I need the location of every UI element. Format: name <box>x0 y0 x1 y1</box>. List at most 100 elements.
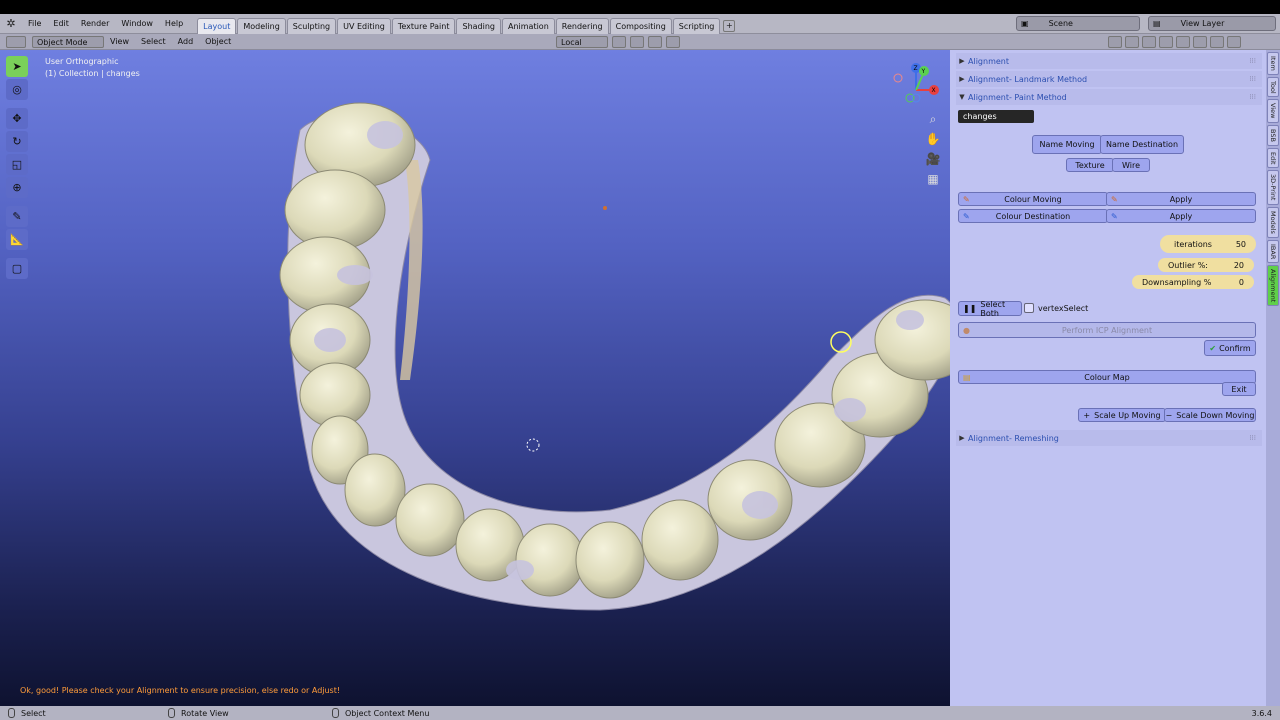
sidebar-panel: ▶ Alignment ⁞⁞⁞ ▶ Alignment- Landmark Me… <box>950 50 1266 706</box>
camera-icon[interactable]: 🎥 <box>924 152 942 172</box>
xray-icon[interactable] <box>1159 36 1173 48</box>
material-shading-icon[interactable] <box>1210 36 1224 48</box>
grid-icon[interactable]: ▦ <box>924 172 942 192</box>
overlay-icon[interactable] <box>1142 36 1156 48</box>
cursor-tool-icon[interactable]: ◎ <box>6 79 28 100</box>
menu-help[interactable]: Help <box>159 14 189 34</box>
menu-window[interactable]: Window <box>115 14 159 34</box>
tab-modeling[interactable]: Modeling <box>237 17 286 34</box>
tab-layout[interactable]: Layout <box>197 17 237 34</box>
colour-map-label: Colour Map <box>1084 372 1130 382</box>
sidebar-tab-ibar[interactable]: IBAR <box>1267 239 1279 264</box>
exit-button[interactable]: Exit <box>1222 382 1256 396</box>
tab-texture-paint[interactable]: Texture Paint <box>391 17 456 34</box>
menu-add[interactable]: Add <box>172 37 200 46</box>
vertex-select-checkbox[interactable]: vertexSelect <box>1024 303 1088 313</box>
menu-select[interactable]: Select <box>135 37 172 46</box>
snap-icon[interactable] <box>630 36 644 48</box>
pivot-icon[interactable] <box>612 36 626 48</box>
colour-destination-label: Colour Destination <box>995 211 1071 221</box>
select-tool-icon[interactable]: ➤ <box>6 56 28 77</box>
sidebar-tab-edit[interactable]: Edit <box>1267 147 1279 169</box>
texture-button[interactable]: Texture <box>1066 158 1114 172</box>
dental-arch-model[interactable] <box>0 50 950 706</box>
tab-shading[interactable]: Shading <box>456 17 501 34</box>
annotate-tool-icon[interactable]: ✎ <box>6 206 28 227</box>
sidebar-tab-tool[interactable]: Tool <box>1267 76 1279 98</box>
tab-scripting[interactable]: Scripting <box>672 17 721 34</box>
menu-edit[interactable]: Edit <box>47 14 75 34</box>
tab-rendering[interactable]: Rendering <box>555 17 609 34</box>
wire-button[interactable]: Wire <box>1112 158 1150 172</box>
iterations-label: iterations <box>1174 239 1212 249</box>
colour-moving-button[interactable]: ✎ Colour Moving <box>958 192 1108 206</box>
tab-sculpting[interactable]: Sculpting <box>286 17 337 34</box>
3d-viewport[interactable]: ➤ ◎ ✥ ↻ ◱ ⊕ ✎ 📐 ▢ User Orthographic (1) … <box>0 50 950 706</box>
sidebar-tab-view[interactable]: View <box>1267 99 1279 123</box>
panel-paint-method[interactable]: ▼ Alignment- Paint Method ⁞⁞⁞ <box>956 89 1262 105</box>
transform-orientation-dropdown[interactable]: Local <box>556 36 608 48</box>
paint-brush-icon: ✎ <box>963 211 970 221</box>
grip-icon[interactable]: ⁞⁞⁞ <box>1249 75 1256 83</box>
move-tool-icon[interactable]: ✥ <box>6 108 28 129</box>
mode-dropdown[interactable]: Object Mode <box>32 35 104 48</box>
navigation-gizmo[interactable]: Z Y X <box>888 62 944 118</box>
sidebar-tab-alignment[interactable]: Alignment <box>1267 265 1279 307</box>
downsampling-field[interactable]: Downsampling % 0 <box>1132 275 1254 289</box>
colour-destination-button[interactable]: ✎ Colour Destination <box>958 209 1108 223</box>
grip-icon[interactable]: ⁞⁞⁞ <box>1249 434 1256 442</box>
proportional-icon[interactable] <box>648 36 662 48</box>
editor-type-button[interactable] <box>6 35 26 48</box>
zoom-icon[interactable]: ⌕ <box>924 112 942 132</box>
menu-render[interactable]: Render <box>75 14 115 34</box>
tab-animation[interactable]: Animation <box>501 17 555 34</box>
object-name-field[interactable]: changes <box>958 110 1034 123</box>
name-moving-button[interactable]: Name Moving <box>1032 135 1102 154</box>
menu-view[interactable]: View <box>104 37 135 46</box>
grip-icon[interactable]: ⁞⁞⁞ <box>1249 93 1256 101</box>
view-layer-name: View Layer <box>1180 19 1225 28</box>
outlier-field[interactable]: Outlier %: 20 <box>1158 258 1254 272</box>
gizmo-icon[interactable] <box>1125 36 1139 48</box>
apply-moving-button[interactable]: ✎ Apply <box>1106 192 1256 206</box>
view-layer-selector[interactable]: ▤ View Layer <box>1148 16 1276 31</box>
pan-hand-icon[interactable]: ✋ <box>924 132 942 152</box>
measure-tool-icon[interactable]: 📐 <box>6 229 28 250</box>
perform-icp-button[interactable]: ● Perform ICP Alignment <box>958 322 1256 338</box>
sidebar-tab-models[interactable]: Models <box>1267 206 1279 238</box>
version-label: 3.6.4 <box>1251 708 1272 718</box>
sidebar-tab-item[interactable]: Item <box>1267 52 1279 75</box>
tab-compositing[interactable]: Compositing <box>609 17 672 34</box>
grip-icon[interactable]: ⁞⁞⁞ <box>1249 57 1256 65</box>
menu-file[interactable]: File <box>22 14 47 34</box>
tab-uv-editing[interactable]: UV Editing <box>337 17 391 34</box>
scale-tool-icon[interactable]: ◱ <box>6 154 28 175</box>
visibility-icon[interactable] <box>1108 36 1122 48</box>
transform-tool-icon[interactable]: ⊕ <box>6 177 28 198</box>
viewport-info: User Orthographic (1) Collection | chang… <box>45 56 140 80</box>
scale-up-moving-button[interactable]: + Scale Up Moving <box>1078 408 1166 422</box>
solid-shading-icon[interactable] <box>1193 36 1207 48</box>
colour-map-button[interactable]: ▤ Colour Map <box>958 370 1256 384</box>
sidebar-tab-bsb[interactable]: BSB <box>1267 124 1279 146</box>
panel-landmark-method[interactable]: ▶ Alignment- Landmark Method ⁞⁞⁞ <box>956 71 1262 87</box>
falloff-icon[interactable] <box>666 36 680 48</box>
wireframe-shading-icon[interactable] <box>1176 36 1190 48</box>
panel-alignment[interactable]: ▶ Alignment ⁞⁞⁞ <box>956 53 1262 69</box>
rotate-tool-icon[interactable]: ↻ <box>6 131 28 152</box>
rendered-shading-icon[interactable] <box>1227 36 1241 48</box>
select-both-button[interactable]: ❚❚ Select Both <box>958 300 1022 318</box>
add-workspace-button[interactable]: + <box>723 19 736 32</box>
menu-object[interactable]: Object <box>199 37 237 46</box>
scene-selector[interactable]: ▣ Scene <box>1016 16 1140 31</box>
minus-icon: − <box>1165 410 1173 420</box>
apply-destination-button[interactable]: ✎ Apply <box>1106 209 1256 223</box>
name-destination-button[interactable]: Name Destination <box>1100 135 1184 154</box>
blender-logo-icon[interactable]: ✲ <box>0 17 22 30</box>
add-cube-tool-icon[interactable]: ▢ <box>6 258 28 279</box>
iterations-field[interactable]: iterations 50 <box>1160 235 1256 253</box>
panel-remeshing[interactable]: ▶ Alignment- Remeshing ⁞⁞⁞ <box>956 430 1262 446</box>
sidebar-tab-3d-print[interactable]: 3D-Print <box>1267 170 1279 205</box>
scale-down-moving-button[interactable]: − Scale Down Moving <box>1164 408 1256 422</box>
confirm-button[interactable]: ✔ Confirm <box>1204 340 1256 356</box>
